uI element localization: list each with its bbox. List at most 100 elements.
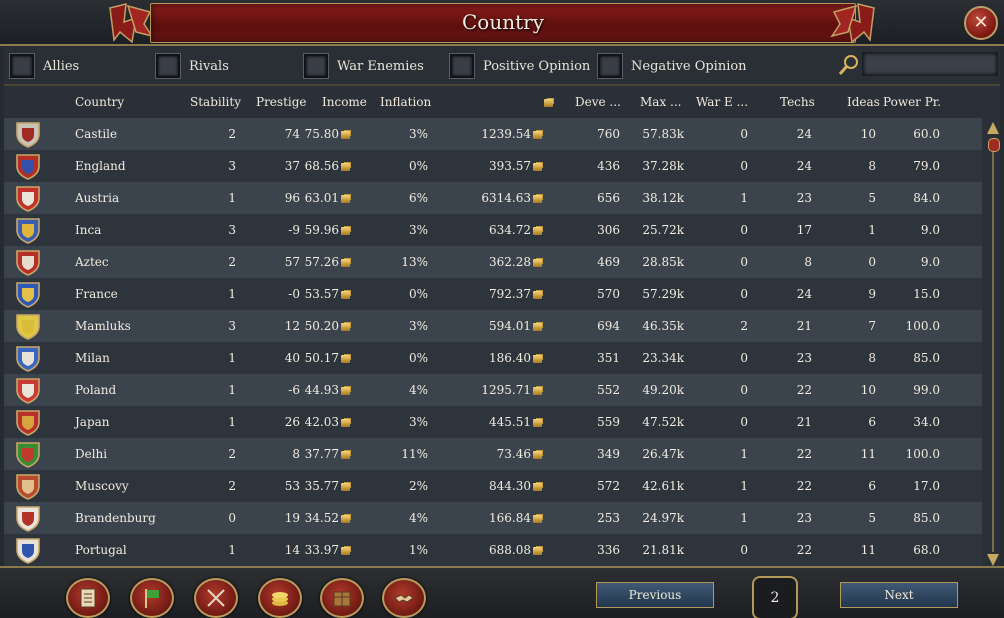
cell-ideas: 6: [868, 415, 876, 429]
table-row[interactable]: Inca 3 -9 59.96 3% 634.72 306 25.72k 0 17 1 9.0: [4, 214, 982, 246]
cell-treasury: 844.30: [489, 479, 542, 493]
column-header-treasury[interactable]: [542, 95, 553, 109]
table-row[interactable]: England 3 37 68.56 0% 393.57 436 37.28k 0 24 8 79.0: [4, 150, 982, 182]
cell-stability-value: 0: [228, 511, 236, 525]
column-header-prestige[interactable]: Prestige: [256, 95, 307, 109]
cell-development-value: 570: [597, 287, 620, 301]
gold-coin-icon: [533, 163, 542, 171]
war-enemies-checkbox[interactable]: [303, 53, 329, 79]
next-button[interactable]: Next: [840, 582, 958, 608]
cell-treasury-value: 688.08: [489, 543, 531, 557]
search-input[interactable]: [862, 52, 998, 76]
cell-inflation: 4%: [409, 511, 428, 525]
column-header-techs[interactable]: Techs: [780, 95, 815, 109]
cell-ideas: 10: [861, 383, 876, 397]
cell-ideas: 1: [868, 223, 876, 237]
table-row[interactable]: Delhi 2 8 37.77 11% 73.46 349 26.47k 1 22 11 100.0: [4, 438, 982, 470]
cell-prestige-value: -0: [288, 287, 300, 301]
cell-development-value: 306: [597, 223, 620, 237]
scroll-track[interactable]: [992, 152, 994, 552]
cell-inflation: 0%: [409, 159, 428, 173]
column-header-war-e[interactable]: War E ...: [696, 95, 748, 109]
country-shield-icon: [16, 538, 40, 564]
cell-max: 42.61k: [642, 479, 684, 493]
filter-rivals[interactable]: Rivals: [155, 53, 229, 79]
table-row[interactable]: Mamluks 3 12 50.20 3% 594.01 694 46.35k 2 21 7 100.…: [4, 310, 982, 342]
filter-war-enemies[interactable]: War Enemies: [303, 53, 424, 79]
table-row[interactable]: Castile 2 74 75.80 3% 1239.54 760 57.83k 0 24 10 60…: [4, 118, 982, 150]
close-button[interactable]: ✕: [964, 6, 998, 40]
column-header-power-pr[interactable]: Power Pr.: [883, 95, 941, 109]
scroll-thumb[interactable]: [988, 138, 1000, 152]
cell-treasury-value: 634.72: [489, 223, 531, 237]
negative-opinion-checkbox[interactable]: [597, 53, 623, 79]
coins-button[interactable]: [258, 578, 302, 618]
cell-stability-value: 1: [228, 383, 236, 397]
rivals-checkbox[interactable]: [155, 53, 181, 79]
cell-max-value: 42.61k: [642, 479, 684, 493]
cell-income: 53.57: [305, 287, 350, 301]
gold-coin-icon: [533, 387, 542, 395]
column-header-stability[interactable]: Stability: [190, 95, 241, 109]
cell-war: 0: [740, 127, 748, 141]
title-banner: Country: [150, 3, 856, 43]
table-row[interactable]: Muscovy 2 53 35.77 2% 844.30 572 42.61k 1 22 6 17.0: [4, 470, 982, 502]
cell-power-value: 68.0: [913, 543, 940, 557]
crossed-swords-button[interactable]: [194, 578, 238, 618]
vertical-scrollbar[interactable]: [986, 122, 1000, 566]
cell-prestige-value: 19: [284, 511, 300, 525]
cell-treasury: 445.51: [489, 415, 542, 429]
filter-allies[interactable]: Allies: [9, 53, 79, 79]
cell-ideas-value: 8: [868, 351, 876, 365]
gold-coin-icon: [533, 483, 542, 491]
country-shield-icon: [16, 314, 40, 340]
table-row[interactable]: Austria 1 96 63.01 6% 6314.63 656 38.12k 1 23 5 84.…: [4, 182, 982, 214]
cell-war-value: 0: [740, 351, 748, 365]
allies-checkbox[interactable]: [9, 53, 35, 79]
cell-war: 2: [740, 319, 748, 333]
table-row[interactable]: France 1 -0 53.57 0% 792.37 570 57.29k 0 24 9 15.0: [4, 278, 982, 310]
handshake-icon: [394, 594, 414, 603]
handshake-button[interactable]: [382, 578, 426, 618]
cell-techs: 24: [797, 159, 812, 173]
column-header-deve[interactable]: Deve ...: [575, 95, 621, 109]
cell-stability-value: 1: [228, 543, 236, 557]
cell-development-value: 552: [597, 383, 620, 397]
column-header-income[interactable]: Income: [322, 95, 367, 109]
table-row[interactable]: Milan 1 40 50.17 0% 186.40 351 23.34k 0 23 8 85.0: [4, 342, 982, 374]
cell-power-value: 85.0: [913, 351, 940, 365]
cell-treasury: 688.08: [489, 543, 542, 557]
cell-techs: 22: [797, 479, 812, 493]
scroll-down-arrow-icon[interactable]: [987, 554, 999, 566]
table-row[interactable]: Portugal 1 14 33.97 1% 688.08 336 21.81k 0 22 11 68…: [4, 534, 982, 566]
gold-coin-icon: [533, 547, 542, 555]
cell-income: 42.03: [305, 415, 350, 429]
positive-opinion-checkbox[interactable]: [449, 53, 475, 79]
cell-inflation: 6%: [409, 191, 428, 205]
column-header-country[interactable]: Country: [75, 95, 124, 109]
table-row[interactable]: Poland 1 -6 44.93 4% 1295.71 552 49.20k 0 22 10 99.…: [4, 374, 982, 406]
cell-treasury-value: 1295.71: [481, 383, 531, 397]
cell-inflation-value: 0%: [408, 351, 428, 365]
cell-techs-value: 21: [796, 415, 812, 429]
flag-button[interactable]: [130, 578, 174, 618]
cell-max: 37.28k: [642, 159, 684, 173]
column-header-max[interactable]: Max ...: [640, 95, 681, 109]
ledger-button[interactable]: [66, 578, 110, 618]
filter-positive-opinion[interactable]: Positive Opinion: [449, 53, 590, 79]
cell-max: 24.97k: [642, 511, 684, 525]
filter-negative-opinion[interactable]: Negative Opinion: [597, 53, 747, 79]
table-row[interactable]: Aztec 2 57 57.26 13% 362.28 469 28.85k 0 8 0 9.0: [4, 246, 982, 278]
magnifier-icon[interactable]: [838, 54, 860, 76]
crate-button[interactable]: [320, 578, 364, 618]
previous-button[interactable]: Previous: [596, 582, 714, 608]
column-header-inflation[interactable]: Inflation: [380, 95, 431, 109]
table-row[interactable]: Brandenburg 0 19 34.52 4% 166.84 253 24.97k 1 23 5…: [4, 502, 982, 534]
scroll-up-arrow-icon[interactable]: [987, 122, 999, 134]
table-row[interactable]: Japan 1 26 42.03 3% 445.51 559 47.52k 0 21 6 34.0: [4, 406, 982, 438]
column-header-ideas[interactable]: Ideas: [847, 95, 880, 109]
cell-development: 656: [597, 191, 620, 205]
cell-treasury: 1239.54: [481, 127, 542, 141]
cell-war-value: 0: [740, 159, 748, 173]
cell-war: 0: [740, 351, 748, 365]
